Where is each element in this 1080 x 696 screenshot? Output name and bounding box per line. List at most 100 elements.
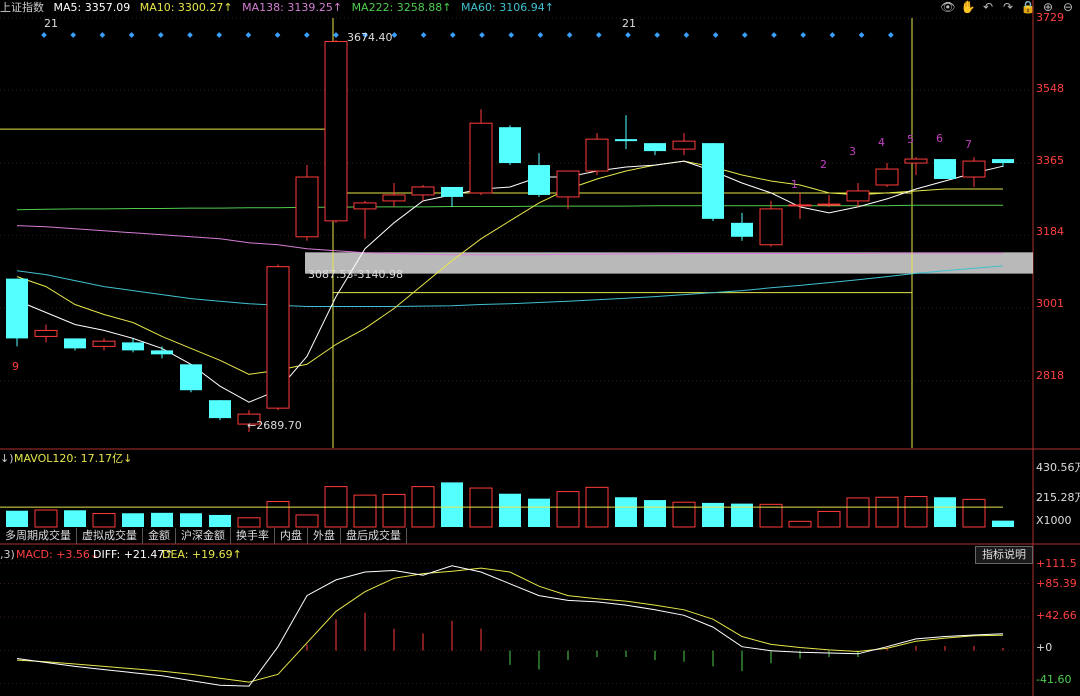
top-diamond-marker bbox=[99, 32, 106, 38]
hand-icon[interactable]: ✋ bbox=[960, 0, 976, 16]
volume-bar-up bbox=[875, 496, 899, 528]
top-diamond-marker bbox=[216, 32, 223, 38]
candle-body-up bbox=[672, 140, 696, 150]
candle-body-up bbox=[556, 170, 580, 198]
candle-body-down bbox=[731, 222, 753, 237]
top-diamond-marker bbox=[187, 32, 193, 38]
ma60-readout: MA60: 3106.94↑ bbox=[460, 1, 554, 14]
top-mark-21-left: 21 bbox=[44, 17, 58, 30]
price-tick-1: 3548 bbox=[1036, 82, 1064, 95]
count-mark-9: 9 bbox=[12, 360, 19, 373]
volume-bar-up bbox=[788, 520, 812, 528]
top-diamond-marker bbox=[274, 32, 281, 38]
volume-panel[interactable] bbox=[0, 482, 1014, 528]
price-tick-3: 3184 bbox=[1036, 225, 1064, 238]
candle-body-down bbox=[528, 165, 550, 195]
tab-amount[interactable]: 金额 bbox=[143, 528, 176, 544]
eye-icon[interactable]: 👁 bbox=[940, 0, 956, 16]
top-diamond-marker bbox=[333, 32, 339, 38]
top-diamond-marker bbox=[712, 32, 719, 38]
count-mark-5: 5 bbox=[907, 133, 914, 146]
candle-body-down bbox=[151, 350, 173, 355]
tab-virtual-volume[interactable]: 虚拟成交量 bbox=[77, 528, 143, 544]
top-diamond-marker bbox=[654, 32, 661, 38]
price-panel[interactable] bbox=[0, 18, 1033, 448]
candle-body-up bbox=[962, 160, 986, 178]
mavol-readout: MAVOL120: 17.17亿↓ bbox=[14, 452, 133, 465]
top-diamond-marker bbox=[508, 32, 515, 38]
tab-after-hours-volume[interactable]: 盘后成交量 bbox=[341, 528, 407, 544]
volume-bar-down bbox=[644, 500, 666, 527]
candle-body-up bbox=[295, 176, 319, 238]
top-diamond-marker bbox=[800, 32, 807, 38]
volume-bar-up bbox=[846, 497, 870, 528]
top-diamond-marker bbox=[829, 32, 836, 38]
tab-outer-volume[interactable]: 外盘 bbox=[308, 528, 341, 544]
tab-sh-sz-amount[interactable]: 沪深金额 bbox=[176, 528, 231, 544]
count-mark-6: 6 bbox=[936, 132, 943, 145]
tab-inner-volume[interactable]: 内盘 bbox=[275, 528, 308, 544]
volume-bar-up bbox=[295, 514, 319, 528]
volume-bar-up bbox=[237, 517, 261, 528]
candle-body-up bbox=[788, 204, 812, 207]
candle-body-down bbox=[644, 143, 666, 152]
top-mark-21-right: 21 bbox=[622, 17, 636, 30]
top-diamond-marker bbox=[41, 32, 47, 38]
zone-range-label: 3087.53-3140.98 bbox=[308, 268, 403, 281]
volume-bar-down bbox=[209, 514, 231, 527]
candle-body-up bbox=[382, 194, 406, 202]
ma5-readout: MA5: 3357.09 bbox=[53, 1, 131, 14]
volume-bar-down bbox=[615, 497, 637, 527]
volume-bar-down bbox=[122, 513, 144, 527]
candle-body-down bbox=[122, 342, 144, 351]
volume-bar-down bbox=[6, 510, 28, 527]
redo-icon[interactable]: ↷ bbox=[1000, 0, 1016, 16]
volume-tick-2: X1000 bbox=[1036, 514, 1072, 527]
volume-header-prefix: ↓) bbox=[0, 452, 14, 465]
support-zone-band bbox=[305, 252, 1033, 274]
volume-bar-down bbox=[441, 482, 463, 527]
macd-readout: MACD: +3.56↓ bbox=[16, 548, 100, 561]
macd-tick-1: +85.39 bbox=[1036, 577, 1077, 590]
dea-line bbox=[16, 567, 1004, 683]
candle-body-down bbox=[499, 127, 521, 164]
price-tick-5: 2818 bbox=[1036, 369, 1064, 382]
lock-icon[interactable]: 🔒 bbox=[1020, 0, 1036, 16]
top-diamond-marker bbox=[858, 32, 865, 38]
tab-turnover[interactable]: 换手率 bbox=[231, 528, 275, 544]
top-diamond-marker bbox=[449, 32, 456, 38]
low-price-label: ←2689.70 bbox=[247, 419, 302, 432]
top-diamond-marker bbox=[245, 32, 252, 38]
candle-body-up bbox=[469, 122, 493, 194]
candle-body-up bbox=[411, 186, 435, 196]
undo-icon[interactable]: ↶ bbox=[980, 0, 996, 16]
volume-bar-up bbox=[904, 496, 928, 528]
candle-body-down bbox=[64, 338, 86, 349]
ma138-line bbox=[16, 225, 1003, 256]
top-diamond-marker bbox=[420, 32, 427, 38]
count-mark-7: 7 bbox=[965, 138, 972, 151]
volume-bar-down bbox=[180, 513, 202, 527]
volume-tick-0: 430.56万 bbox=[1036, 461, 1080, 474]
dea-readout: DEA: +19.69↑ bbox=[162, 548, 242, 561]
volume-bar-up bbox=[759, 503, 783, 528]
volume-bar-up bbox=[353, 494, 377, 528]
volume-bar-down bbox=[992, 520, 1014, 527]
volume-bar-up bbox=[556, 491, 580, 528]
top-diamond-marker bbox=[887, 32, 894, 38]
indicator-help-button[interactable]: 指标说明 bbox=[975, 546, 1033, 564]
volume-bar-down bbox=[151, 512, 173, 527]
top-diamond-marker bbox=[157, 32, 164, 38]
volume-bar-down bbox=[934, 497, 956, 527]
index-name: 上证指数 bbox=[0, 1, 44, 14]
candle-body-up bbox=[266, 266, 290, 409]
tab-multi-period-volume[interactable]: 多周期成交量 bbox=[0, 528, 77, 544]
volume-bar-up bbox=[34, 509, 58, 528]
candle-body-up bbox=[875, 168, 899, 186]
top-diamond-marker bbox=[625, 32, 631, 38]
high-price-label: 3674.40 bbox=[347, 31, 393, 44]
count-mark-2: 2 bbox=[820, 158, 827, 171]
macd-tick-0: +111.5 bbox=[1036, 557, 1077, 570]
volume-bar-down bbox=[64, 510, 86, 527]
top-diamond-marker bbox=[537, 32, 544, 38]
